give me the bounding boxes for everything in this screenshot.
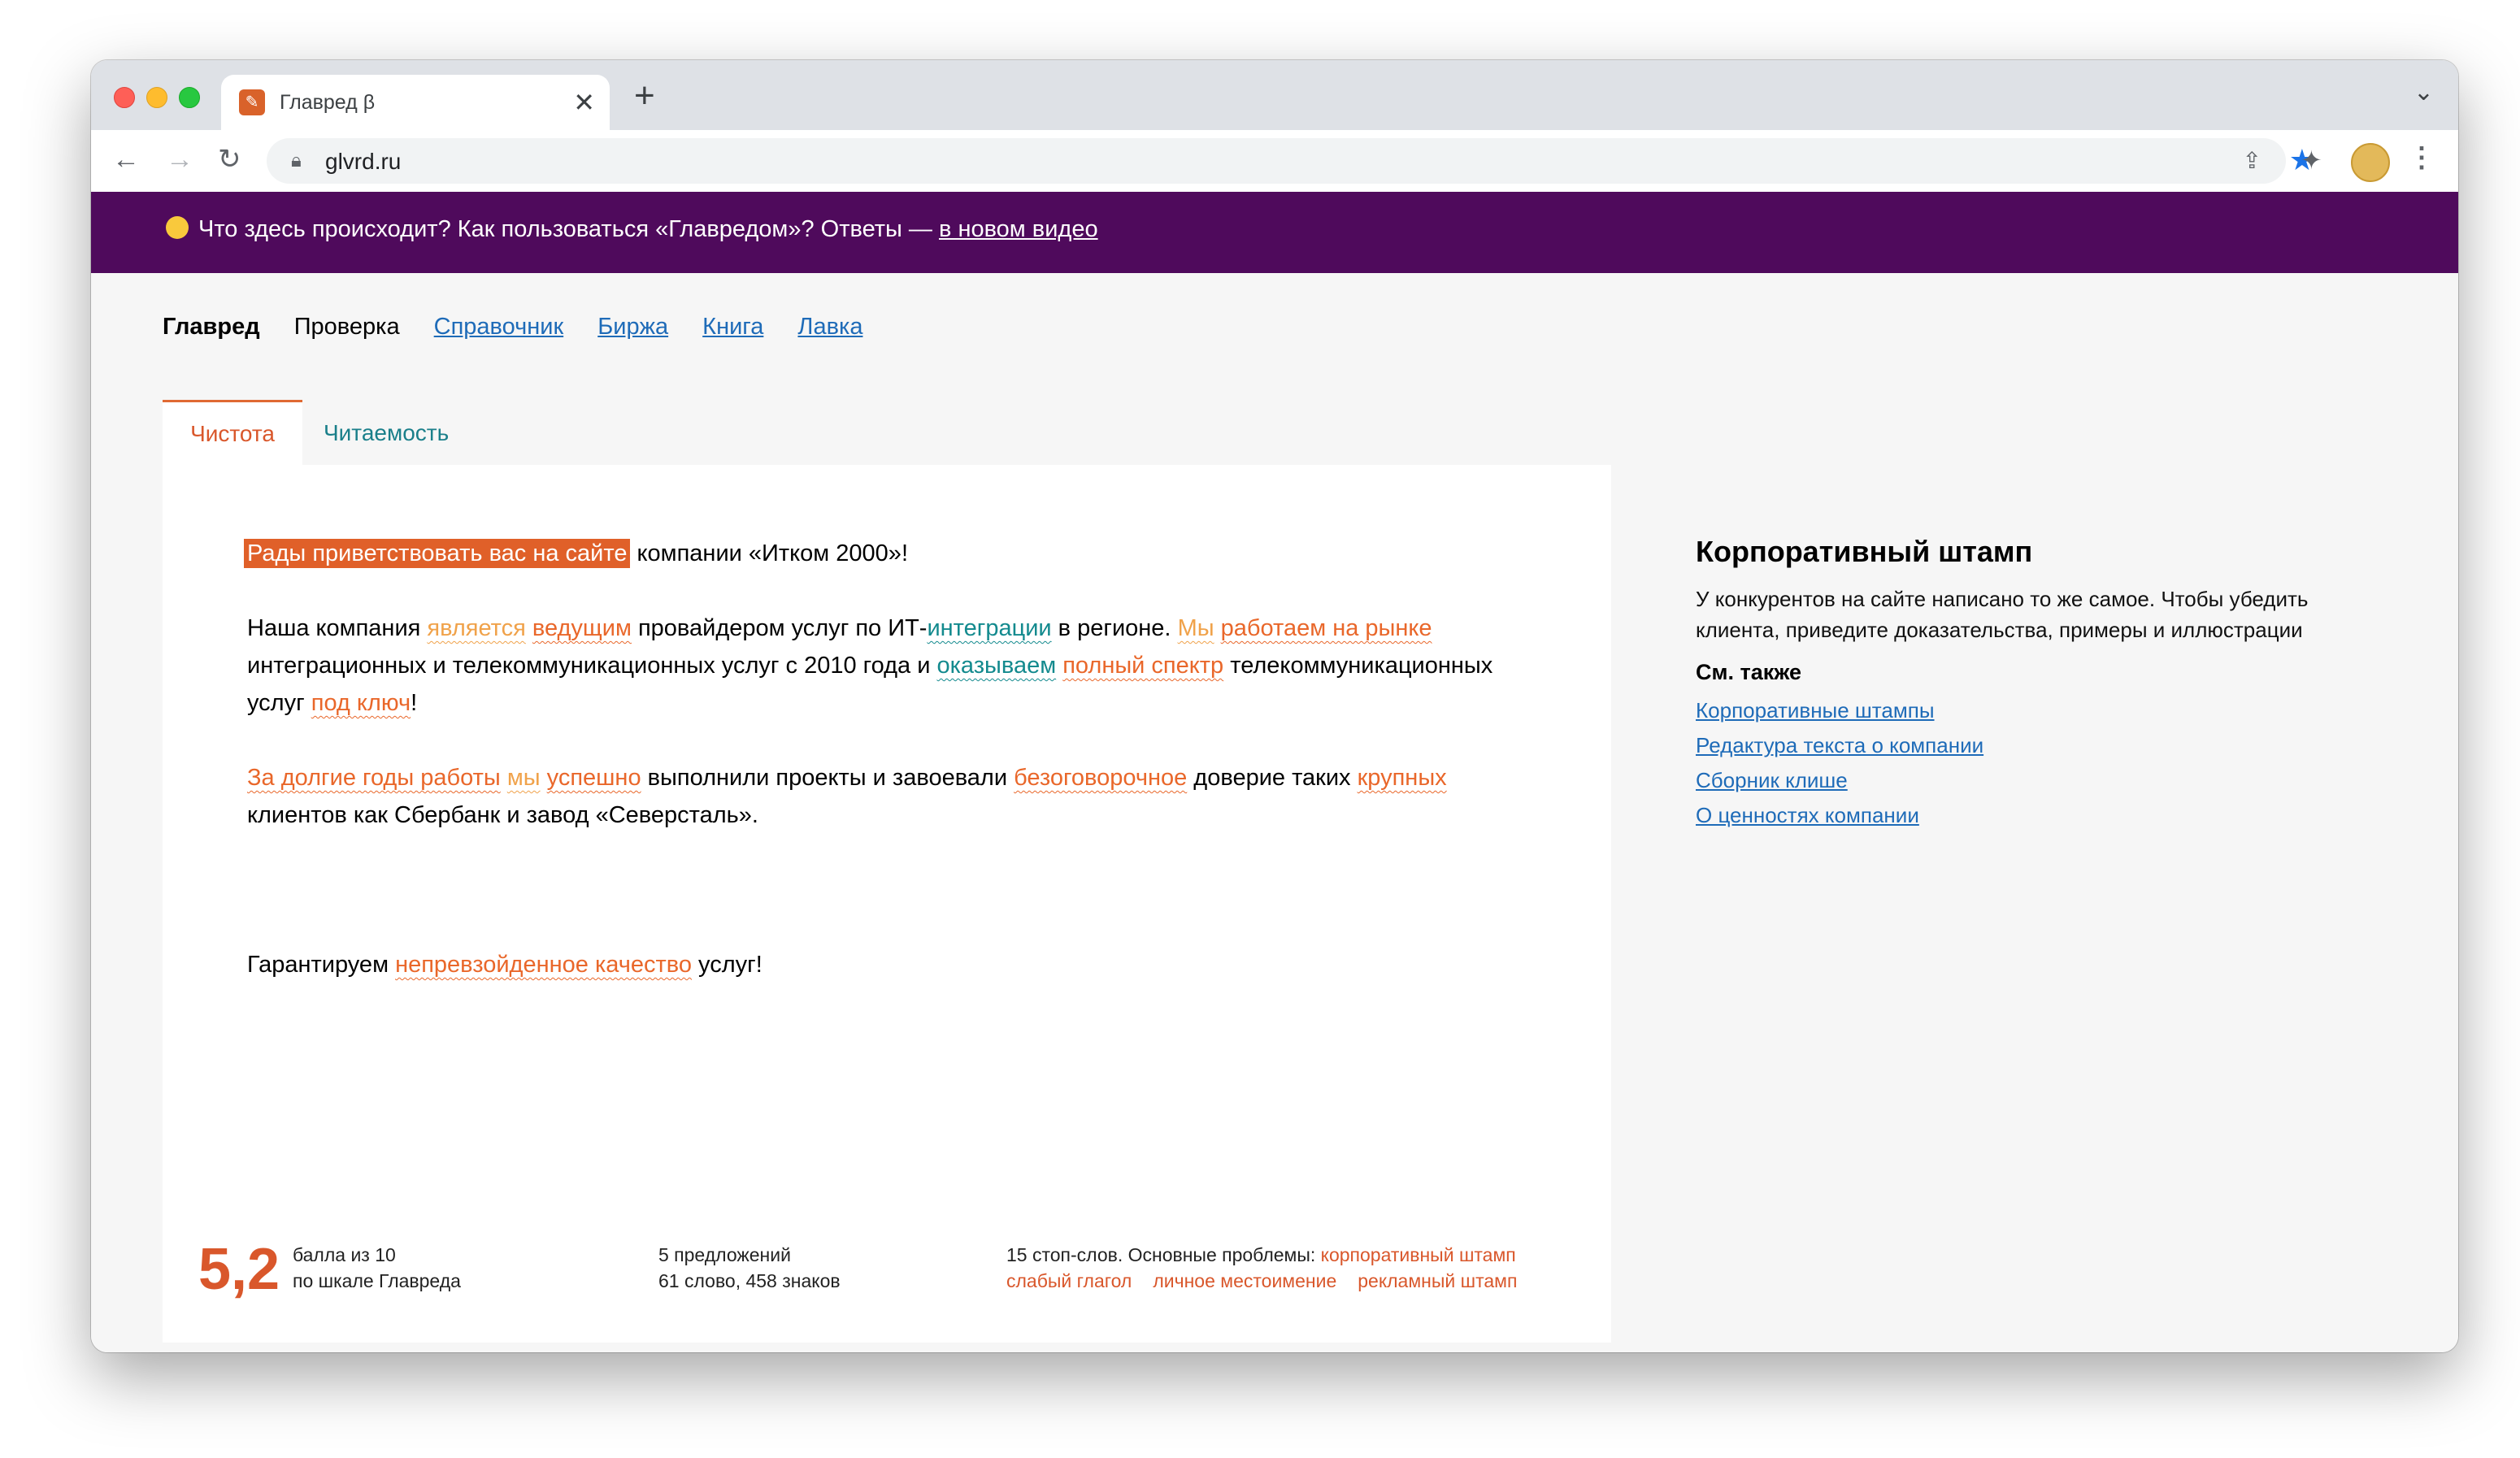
text-fragment (1214, 615, 1221, 641)
see-also-link[interactable]: Редактура текста о компании (1696, 728, 2362, 763)
nav-lavka[interactable]: Лавка (797, 314, 862, 340)
highlighted-word[interactable]: За долгие годы работы (247, 765, 501, 791)
lock-icon[interactable]: 🔒︎ (291, 150, 302, 172)
highlighted-word[interactable]: безоговорочное (1014, 765, 1187, 791)
tab-close-icon[interactable]: ✕ (573, 86, 595, 119)
explanation-sidebar: Корпоративный штамп У конкурентов на сай… (1696, 535, 2362, 833)
highlighted-word[interactable]: под ключ (311, 690, 411, 716)
text-fragment (501, 765, 507, 791)
highlighted-word[interactable]: ведущим (532, 615, 632, 641)
stats-words: 61 слово, 458 знаков (658, 1270, 841, 1291)
text-fragment: ! (411, 690, 418, 716)
see-also-heading: См. также (1696, 660, 1802, 684)
page-content: Главред Проверка Справочник Биржа Книга … (91, 273, 2458, 1352)
tab-strip: ✎ Главред β ✕ + ⌄ (91, 60, 2458, 130)
text-fragment: провайдером услуг по ИТ- (631, 615, 928, 641)
text-fragment (1056, 653, 1062, 679)
banner-text: Что здесь происходит? Как пользоваться «… (198, 216, 939, 242)
problem-tag[interactable]: личное местоимение (1153, 1270, 1336, 1291)
highlighted-word[interactable]: оказываем (936, 653, 1056, 679)
main-problems: 15 стоп-слов. Основные проблемы: корпора… (1006, 1242, 1592, 1294)
text-fragment: Гарантируем (247, 952, 396, 978)
text-fragment: доверие таких (1187, 765, 1358, 791)
forward-icon[interactable]: → (166, 141, 193, 177)
sidebar-text: У конкурентов на сайте написано то же са… (1696, 587, 2309, 642)
text-fragment: компании «Итком 2000»! (630, 540, 908, 566)
nav-spravochnik[interactable]: Справочник (434, 314, 564, 340)
highlighted-word[interactable]: непревзойденное качество (395, 952, 692, 978)
minimize-window-button[interactable] (146, 87, 167, 108)
tab-title: Главред β (280, 91, 376, 114)
tab-chistota[interactable]: Чистота (163, 400, 302, 469)
tab-chitaemost[interactable]: Читаемость (324, 400, 449, 466)
highlighted-word[interactable]: полный спектр (1062, 653, 1223, 679)
highlighted-word[interactable]: мы (507, 765, 541, 791)
paragraph-3: За долгие годы работы мы успешно выполни… (247, 759, 1515, 834)
problems-label: 15 стоп-слов. Основные проблемы: (1006, 1244, 1321, 1265)
maximize-window-button[interactable] (179, 87, 200, 108)
score-description: балла из 10 по шкале Главреда (293, 1242, 461, 1294)
browser-window: ✎ Главред β ✕ + ⌄ ← → ↻ 🔒︎ glvrd.ru ⇪ ★ … (91, 60, 2458, 1352)
more-menu-icon[interactable]: ⋮ (2408, 141, 2435, 174)
share-icon[interactable]: ⇪ (2243, 147, 2261, 174)
text-fragment: интеграционных и телекоммуникационных ус… (247, 653, 937, 679)
see-also-link[interactable]: Корпоративные штампы (1696, 693, 2362, 728)
paragraph-1: Рады приветствовать вас на сайте компани… (244, 535, 1515, 572)
highlighted-word[interactable]: работаем на рынке (1221, 615, 1432, 641)
editor-text[interactable]: Рады приветствовать вас на сайте компани… (244, 535, 1515, 1021)
text-fragment: в регионе. (1051, 615, 1178, 641)
text-fragment: клиентов как Сбербанк и завод «Северстал… (247, 802, 758, 828)
highlighted-word[interactable]: является (427, 615, 525, 641)
highlighted-word[interactable]: крупных (1358, 765, 1447, 791)
browser-tab[interactable]: ✎ Главред β ✕ (221, 75, 610, 130)
problem-tag[interactable]: корпоративный штамп (1321, 1244, 1516, 1265)
favicon-icon: ✎ (239, 89, 265, 115)
reload-icon[interactable]: ↻ (218, 141, 241, 177)
text-fragment: услуг! (691, 952, 763, 978)
new-tab-icon[interactable]: + (634, 75, 655, 117)
text-editor[interactable]: Рады приветствовать вас на сайте компани… (163, 465, 1611, 1343)
nav-kniga[interactable]: Книга (702, 314, 763, 340)
text-fragment: Наша компания (247, 615, 428, 641)
highlighted-word[interactable]: интеграции (927, 615, 1051, 641)
text-fragment: выполнили проекты и завоевали (641, 765, 1015, 791)
text-fragment (526, 615, 532, 641)
highlighted-word[interactable]: успешно (547, 765, 641, 791)
see-also-link[interactable]: Сборник клише (1696, 763, 2362, 798)
extensions-icon[interactable]: ✦ (2301, 145, 2322, 176)
browser-toolbar: ← → ↻ 🔒︎ glvrd.ru ⇪ ★ ✦ ⋮ (91, 130, 2458, 193)
score-line-1: балла из 10 (293, 1244, 396, 1265)
see-also-link[interactable]: О ценностях компании (1696, 798, 2362, 833)
score-line-2: по шкале Главреда (293, 1270, 461, 1291)
address-bar[interactable]: 🔒︎ glvrd.ru ⇪ ★ (267, 138, 2315, 184)
close-window-button[interactable] (114, 87, 135, 108)
nav-birzha[interactable]: Биржа (597, 314, 668, 340)
text-fragment (541, 765, 547, 791)
problem-tag[interactable]: слабый глагол (1006, 1270, 1132, 1291)
top-navigation: Главред Проверка Справочник Биржа Книга … (163, 314, 890, 341)
score-value: 5,2 (198, 1237, 280, 1302)
nav-proverka[interactable]: Проверка (294, 314, 400, 340)
back-icon[interactable]: ← (112, 141, 140, 177)
selected-phrase[interactable]: Рады приветствовать вас на сайте (244, 539, 631, 568)
nav-glavred[interactable]: Главред (163, 314, 260, 340)
avatar[interactable] (2351, 143, 2390, 182)
text-stats: 5 предложений 61 слово, 458 знаков (658, 1242, 841, 1294)
banner-video-link[interactable]: в новом видео (939, 216, 1098, 242)
stats-sentences: 5 предложений (658, 1244, 791, 1265)
highlighted-word[interactable]: Мы (1178, 615, 1214, 641)
sidebar-title: Корпоративный штамп (1696, 535, 2033, 568)
announcement-banner: Что здесь происходит? Как пользоваться «… (91, 192, 2458, 273)
paragraph-4: Гарантируем непревзойденное качество усл… (247, 946, 1515, 983)
paragraph-2: Наша компания является ведущим провайдер… (247, 610, 1515, 722)
chevron-down-icon[interactable]: ⌄ (2414, 78, 2434, 106)
thinking-emoji-icon (166, 216, 189, 239)
problem-tag[interactable]: рекламный штамп (1358, 1270, 1517, 1291)
url-text[interactable]: glvrd.ru (325, 149, 401, 175)
